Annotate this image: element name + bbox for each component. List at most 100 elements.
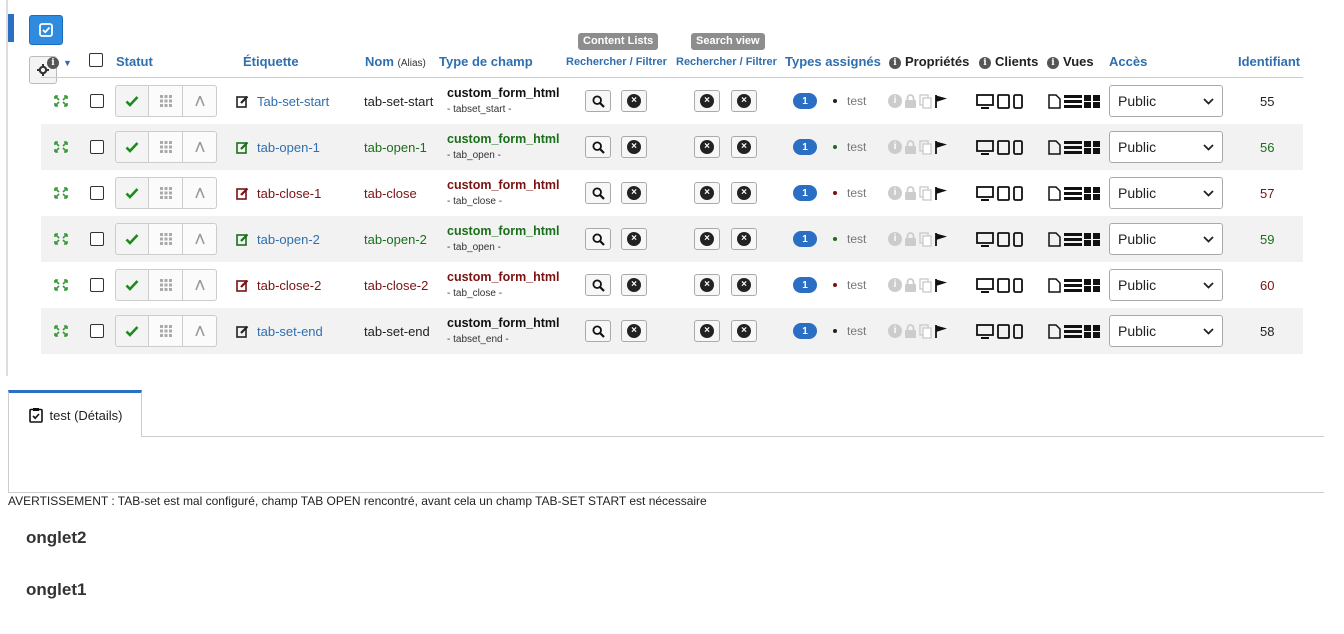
field-label-link[interactable]: tab-open-2 [257,232,320,247]
assigned-type-label[interactable]: test [847,278,866,292]
search-view-filter-button[interactable]: × [731,182,757,204]
edit-field-link[interactable]: tab-open-1 [236,124,320,170]
grid-button[interactable] [149,269,183,301]
publish-toggle-button[interactable] [115,131,149,163]
assigned-type-label[interactable]: test [847,94,866,108]
identifiant-header[interactable]: Identifiant [1238,54,1300,69]
drag-handle[interactable] [53,78,69,124]
content-list-search-button[interactable] [585,320,611,342]
assigned-type-label[interactable]: test [847,324,866,338]
types-assignes-header[interactable]: Types assignés [785,54,881,69]
publish-toggle-button[interactable] [115,177,149,209]
edit-field-link[interactable]: Tab-set-start [236,78,329,124]
field-label-link[interactable]: tab-open-1 [257,140,320,155]
select-all-checkbox[interactable] [89,53,103,67]
hierarchy-button[interactable] [183,269,217,301]
access-select[interactable]: Public [1109,85,1223,117]
edit-field-link[interactable]: tab-open-2 [236,216,320,262]
access-select[interactable]: Public [1109,315,1223,347]
row-checkbox[interactable] [90,186,104,200]
assigned-count-badge[interactable]: 1 [793,323,817,339]
content-list-filter-button[interactable]: × [621,228,647,250]
publish-toggle-button[interactable] [115,269,149,301]
close-circle-icon: × [737,94,751,108]
statut-header[interactable]: Statut [116,54,153,69]
search-view-search-button[interactable]: × [694,136,720,158]
drag-handle[interactable] [53,124,69,170]
field-label-link[interactable]: tab-set-end [257,324,323,339]
search-view-filter-button[interactable]: × [731,228,757,250]
order-info-header[interactable]: i ▼ [47,54,72,69]
etiquette-header[interactable]: Étiquette [243,54,299,69]
hierarchy-button[interactable] [183,315,217,347]
content-list-filter-button[interactable]: × [621,90,647,112]
content-list-filter-button[interactable]: × [621,182,647,204]
search-view-search-button[interactable]: × [694,90,720,112]
content-list-filter-button[interactable]: × [621,274,647,296]
assigned-type-label[interactable]: test [847,186,866,200]
grid-button[interactable] [149,315,183,347]
hierarchy-button[interactable] [183,223,217,255]
drag-handle[interactable] [53,262,69,308]
hierarchy-button[interactable] [183,85,217,117]
search-view-filter-button[interactable]: × [731,90,757,112]
content-list-search-button[interactable] [585,136,611,158]
publish-toggle-button[interactable] [115,315,149,347]
nom-header[interactable]: Nom (Alias) [365,54,426,69]
assigned-count-badge[interactable]: 1 [793,277,817,293]
edit-field-link[interactable]: tab-set-end [236,308,323,354]
drag-handle[interactable] [53,170,69,216]
row-checkbox[interactable] [90,232,104,246]
drag-handle[interactable] [53,308,69,354]
grid-button[interactable] [149,177,183,209]
type-champ-header[interactable]: Type de champ [439,54,533,69]
search-view-filter-button[interactable]: × [731,136,757,158]
search-view-filter-button[interactable]: × [731,320,757,342]
assigned-count-badge[interactable]: 1 [793,185,817,201]
grid-button[interactable] [149,131,183,163]
access-select[interactable]: Public [1109,177,1223,209]
acces-header[interactable]: Accès [1109,54,1147,69]
content-list-filter-button[interactable]: × [621,136,647,158]
row-checkbox[interactable] [90,324,104,338]
search-view-search-button[interactable]: × [694,182,720,204]
hierarchy-button[interactable] [183,177,217,209]
table-row: tab-open-1 tab-open-1 custom_form_html -… [41,124,1303,170]
publish-toggle-button[interactable] [115,223,149,255]
field-label-link[interactable]: tab-close-1 [257,186,321,201]
tab-test-details[interactable]: test (Détails) [8,390,142,437]
assigned-count-badge[interactable]: 1 [793,231,817,247]
publish-toggle-button[interactable] [115,85,149,117]
grid-button[interactable] [149,223,183,255]
access-select[interactable]: Public [1109,131,1223,163]
field-label-link[interactable]: Tab-set-start [257,94,329,109]
assigned-type-label[interactable]: test [847,232,866,246]
assigned-count-badge[interactable]: 1 [793,139,817,155]
hierarchy-button[interactable] [183,131,217,163]
assigned-type-label[interactable]: test [847,140,866,154]
search-view-search-button[interactable]: × [694,320,720,342]
edit-field-link[interactable]: tab-close-2 [236,262,321,308]
field-identifier: 59 [1260,231,1275,247]
assigned-count-badge[interactable]: 1 [793,93,817,109]
access-select[interactable]: Public [1109,269,1223,301]
edit-field-link[interactable]: tab-close-1 [236,170,321,216]
row-checkbox[interactable] [90,94,104,108]
search-view-filter-button[interactable]: × [731,274,757,296]
content-list-search-button[interactable] [585,90,611,112]
row-checkbox[interactable] [90,140,104,154]
field-label-link[interactable]: tab-close-2 [257,278,321,293]
content-list-search-button[interactable] [585,274,611,296]
content-list-filter-button[interactable]: × [621,320,647,342]
row-checkbox[interactable] [90,278,104,292]
grid-button[interactable] [149,85,183,117]
content-lists-filter-header[interactable]: Rechercher / Filtrer [566,56,667,68]
search-view-search-button[interactable]: × [694,228,720,250]
access-select[interactable]: Public [1109,223,1223,255]
content-list-search-button[interactable] [585,228,611,250]
drag-handle[interactable] [53,216,69,262]
search-view-search-button[interactable]: × [694,274,720,296]
toggle-all-button[interactable] [29,15,63,45]
search-view-filter-header[interactable]: Rechercher / Filtrer [676,56,777,68]
content-list-search-button[interactable] [585,182,611,204]
